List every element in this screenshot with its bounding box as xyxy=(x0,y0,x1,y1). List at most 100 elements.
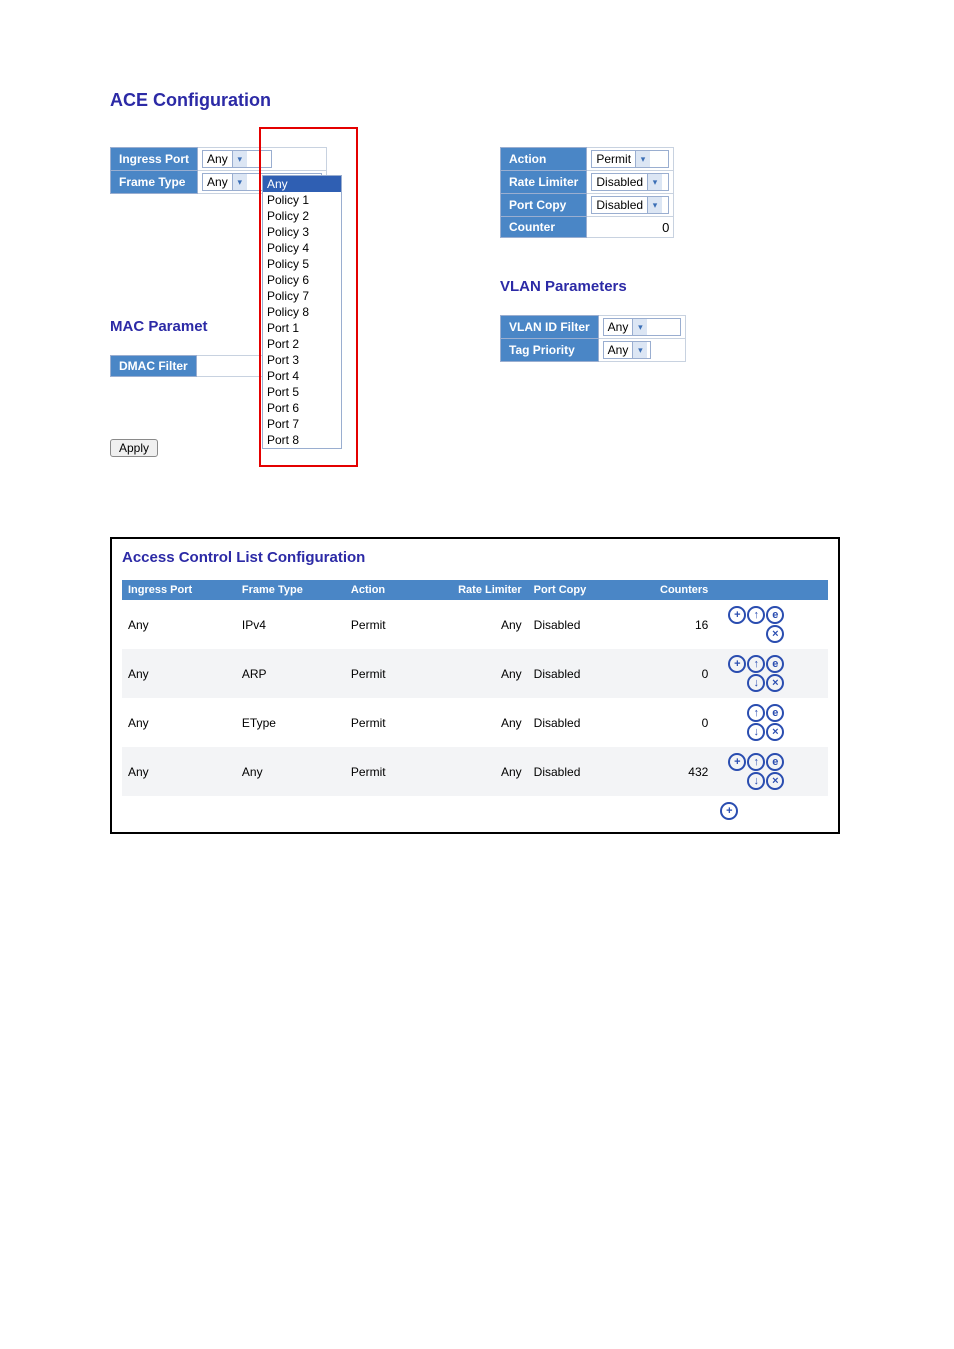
plus-icon[interactable]: + xyxy=(728,606,746,624)
target-icon[interactable]: e xyxy=(766,655,784,673)
ingress-port-option[interactable]: Port 6 xyxy=(263,400,341,416)
up-icon[interactable]: ↑ xyxy=(747,753,765,771)
delete-icon[interactable]: × xyxy=(766,674,784,692)
apply-button[interactable]: Apply xyxy=(110,439,158,457)
target-icon[interactable]: e xyxy=(766,606,784,624)
param-value: Disabled▾ xyxy=(587,171,674,194)
ingress-port-label: Ingress Port xyxy=(111,148,198,171)
target-icon[interactable]: e xyxy=(766,753,784,771)
dmac-filter-table: DMAC Filter xyxy=(110,355,266,377)
acl-header: Frame Type xyxy=(236,580,345,600)
ingress-port-listbox[interactable]: AnyPolicy 1Policy 2Policy 3Policy 4Polic… xyxy=(262,175,342,449)
ingress-port-option[interactable]: Policy 7 xyxy=(263,288,341,304)
vlan-select[interactable]: Any▾ xyxy=(603,318,681,336)
acl-cell: Any xyxy=(122,698,236,747)
acl-row: AnyAnyPermitAnyDisabled432+↑e↓× xyxy=(122,747,828,796)
acl-cell: Disabled xyxy=(528,747,625,796)
delete-icon[interactable]: × xyxy=(766,625,784,643)
param-label: Counter xyxy=(501,217,587,238)
param-label: Action xyxy=(501,148,587,171)
frame-type-label: Frame Type xyxy=(111,171,198,194)
acl-cell: Any xyxy=(236,747,345,796)
vlan-select-value: Any xyxy=(604,343,633,357)
ingress-port-option[interactable]: Port 3 xyxy=(263,352,341,368)
chevron-down-icon: ▾ xyxy=(647,174,662,190)
page-title: ACE Configuration xyxy=(110,90,840,111)
param-value: 0 xyxy=(587,217,674,238)
vlan-table: VLAN ID FilterAny▾Tag PriorityAny▾ xyxy=(500,315,686,362)
acl-header: Rate Limiter xyxy=(415,580,528,600)
ingress-port-option[interactable]: Any xyxy=(263,176,341,192)
param-value: Permit▾ xyxy=(587,148,674,171)
acl-cell: IPv4 xyxy=(236,600,345,649)
param-select[interactable]: Disabled▾ xyxy=(591,173,669,191)
up-icon[interactable]: ↑ xyxy=(747,704,765,722)
ingress-port-option[interactable]: Port 5 xyxy=(263,384,341,400)
chevron-down-icon: ▾ xyxy=(232,151,247,167)
chevron-down-icon: ▾ xyxy=(632,342,647,358)
plus-icon[interactable]: + xyxy=(728,655,746,673)
acl-cell: Permit xyxy=(345,649,415,698)
acl-cell: 0 xyxy=(624,698,714,747)
ingress-port-option[interactable]: Port 1 xyxy=(263,320,341,336)
down-icon[interactable]: ↓ xyxy=(747,723,765,741)
vlan-label: VLAN ID Filter xyxy=(501,316,599,339)
vlan-select[interactable]: Any▾ xyxy=(603,341,651,359)
ingress-port-option[interactable]: Port 4 xyxy=(263,368,341,384)
acl-cell: 432 xyxy=(624,747,714,796)
param-select[interactable]: Permit▾ xyxy=(591,150,669,168)
up-icon[interactable]: ↑ xyxy=(747,606,765,624)
acl-configuration-panel: Access Control List Configuration Ingres… xyxy=(110,537,840,834)
ingress-port-option[interactable]: Policy 4 xyxy=(263,240,341,256)
plus-icon[interactable]: + xyxy=(728,753,746,771)
param-select-value: Permit xyxy=(592,152,635,166)
down-icon[interactable]: ↓ xyxy=(747,674,765,692)
chevron-down-icon: ▾ xyxy=(632,319,647,335)
acl-cell: Any xyxy=(415,698,528,747)
ingress-port-option[interactable]: Port 7 xyxy=(263,416,341,432)
acl-header: Port Copy xyxy=(528,580,625,600)
delete-icon[interactable]: × xyxy=(766,772,784,790)
ingress-port-option[interactable]: Port 2 xyxy=(263,336,341,352)
ingress-port-option[interactable]: Policy 5 xyxy=(263,256,341,272)
acl-cell: 0 xyxy=(624,649,714,698)
param-label: Port Copy xyxy=(501,194,587,217)
acl-cell: 16 xyxy=(624,600,714,649)
acl-cell: Any xyxy=(122,600,236,649)
ingress-port-option[interactable]: Port 8 xyxy=(263,432,341,448)
ingress-port-option[interactable]: Policy 1 xyxy=(263,192,341,208)
ingress-port-option[interactable]: Policy 2 xyxy=(263,208,341,224)
acl-cell: Any xyxy=(415,600,528,649)
acl-cell: EType xyxy=(236,698,345,747)
plus-icon[interactable]: + xyxy=(720,802,738,820)
acl-cell: Disabled xyxy=(528,698,625,747)
ingress-port-value: Any xyxy=(203,152,232,166)
ace-right-table: ActionPermit▾Rate LimiterDisabled▾Port C… xyxy=(500,147,674,238)
acl-cell: Disabled xyxy=(528,600,625,649)
acl-row: AnyIPv4PermitAnyDisabled16+↑e× xyxy=(122,600,828,649)
dmac-filter-label: DMAC Filter xyxy=(111,356,197,377)
ingress-port-option[interactable]: Policy 6 xyxy=(263,272,341,288)
acl-cell: Permit xyxy=(345,698,415,747)
ingress-port-option[interactable]: Policy 8 xyxy=(263,304,341,320)
delete-icon[interactable]: × xyxy=(766,723,784,741)
chevron-down-icon: ▾ xyxy=(635,151,650,167)
acl-header xyxy=(714,580,828,600)
vlan-select-value: Any xyxy=(604,320,633,334)
acl-title: Access Control List Configuration xyxy=(122,549,828,566)
chevron-down-icon: ▾ xyxy=(647,197,662,213)
param-select[interactable]: Disabled▾ xyxy=(591,196,669,214)
target-icon[interactable]: e xyxy=(766,704,784,722)
acl-header: Action xyxy=(345,580,415,600)
vlan-parameters-heading: VLAN Parameters xyxy=(500,278,800,295)
ingress-port-option[interactable]: Policy 3 xyxy=(263,224,341,240)
acl-header: Ingress Port xyxy=(122,580,236,600)
down-icon[interactable]: ↓ xyxy=(747,772,765,790)
acl-cell: Any xyxy=(122,649,236,698)
up-icon[interactable]: ↑ xyxy=(747,655,765,673)
param-select-value: Disabled xyxy=(592,175,647,189)
param-label: Rate Limiter xyxy=(501,171,587,194)
acl-row: AnyARPPermitAnyDisabled0+↑e↓× xyxy=(122,649,828,698)
acl-cell: Any xyxy=(122,747,236,796)
param-value: Disabled▾ xyxy=(587,194,674,217)
